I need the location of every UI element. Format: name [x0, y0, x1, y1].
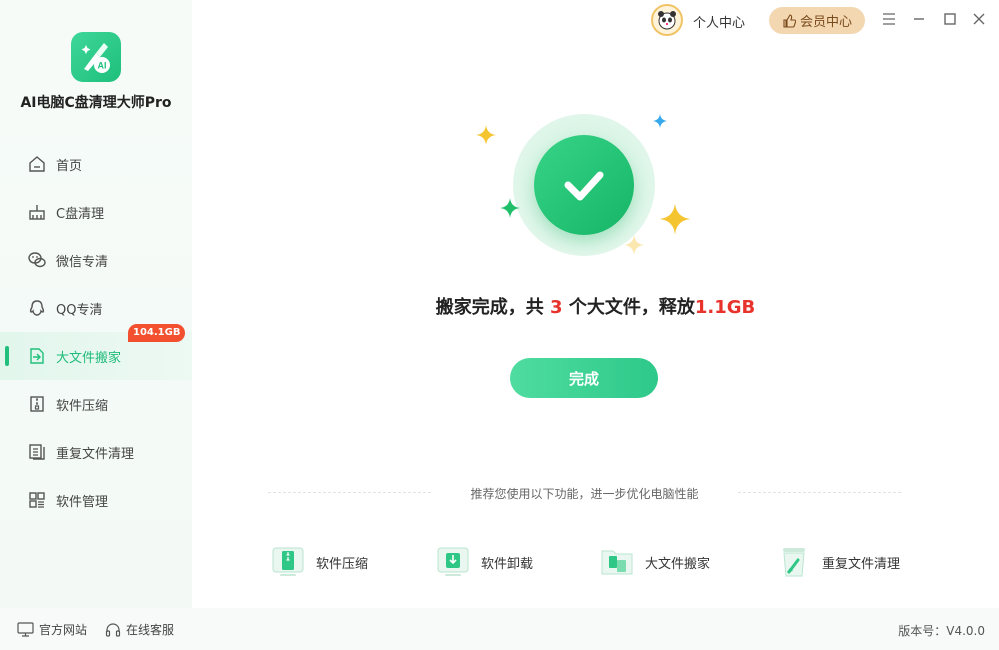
- sparkle-icon: [500, 198, 520, 218]
- sparkle-icon: [652, 113, 668, 129]
- menu-icon[interactable]: [881, 11, 897, 27]
- version-text: 版本号：V4.0.0: [898, 624, 985, 638]
- size-badge: 104.1GB: [128, 324, 186, 342]
- zip-icon: [27, 394, 47, 414]
- divider: [738, 492, 901, 493]
- online-service-label: 在线客服: [126, 623, 175, 637]
- headset-icon: [105, 622, 121, 637]
- apps-icon: [27, 490, 47, 510]
- file-move-icon: [599, 544, 635, 580]
- sidebar-nav: 首页 C盘清理 微信专清 QQ专清 大文件搬家 104.1GB 软件压缩 重复文…: [0, 140, 192, 524]
- feature-zip[interactable]: 软件压缩: [270, 544, 368, 580]
- sidebar-item-label: C盘清理: [56, 206, 105, 222]
- user-center-link[interactable]: 个人中心: [693, 12, 745, 31]
- sidebar-item-label: 微信专清: [56, 254, 109, 270]
- sidebar-item-wechat[interactable]: 微信专清: [0, 236, 192, 284]
- sidebar-item-label: 软件压缩: [56, 398, 109, 414]
- recommend-text: 推荐您使用以下功能，进一步优化电脑性能: [470, 487, 699, 501]
- sparkle-icon: [476, 125, 496, 145]
- done-button[interactable]: 完成: [510, 358, 658, 398]
- sidebar-item-file-move[interactable]: 大文件搬家 104.1GB: [0, 324, 192, 380]
- broom-icon: [27, 202, 47, 222]
- avatar[interactable]: [651, 4, 683, 36]
- sidebar-item-label: 重复文件清理: [56, 446, 135, 462]
- minimize-icon[interactable]: [911, 11, 927, 27]
- sparkle-icon: [659, 203, 691, 235]
- sidebar-item-home[interactable]: 首页: [0, 140, 192, 188]
- home-icon: [27, 154, 47, 174]
- sparkle-icon: [624, 235, 644, 255]
- feature-file-move[interactable]: 大文件搬家: [599, 544, 710, 580]
- footer: 官方网站 在线客服 版本号：V4.0.0: [0, 608, 999, 650]
- app-window: AI AI电脑C盘清理大师Pro 首页 C盘清理 微信专清 QQ专清 大文件搬家…: [0, 0, 999, 650]
- official-site-link[interactable]: 官方网站: [17, 621, 87, 638]
- duplicate-file-icon: [27, 442, 47, 462]
- sidebar-item-label: 首页: [56, 158, 83, 174]
- wechat-icon: [27, 250, 47, 270]
- file-move-icon: [27, 346, 47, 366]
- trash-icon: [776, 544, 812, 580]
- sidebar-item-duplicate[interactable]: 重复文件清理: [0, 428, 192, 476]
- sidebar-item-c-clean[interactable]: C盘清理: [0, 188, 192, 236]
- sidebar-item-zip[interactable]: 软件压缩: [0, 380, 192, 428]
- freed-size: 1.1GB: [694, 297, 756, 318]
- file-count: 3: [550, 297, 563, 318]
- divider: [268, 492, 431, 493]
- feature-duplicate-clean[interactable]: 重复文件清理: [776, 544, 900, 580]
- checkmark-icon: [534, 135, 634, 235]
- uninstall-icon: [435, 544, 471, 580]
- sidebar-item-label: 软件管理: [56, 494, 109, 510]
- official-site-label: 官方网站: [39, 623, 88, 637]
- result-middle: 个大文件，释放: [562, 297, 695, 318]
- sidebar-item-label: 大文件搬家: [56, 350, 122, 366]
- zip-icon: [270, 544, 306, 580]
- vip-center-button[interactable]: 会员中心: [769, 7, 865, 34]
- close-icon[interactable]: [971, 11, 987, 27]
- online-service-link[interactable]: 在线客服: [105, 621, 174, 638]
- monitor-icon: [17, 622, 34, 637]
- app-logo: AI: [71, 32, 121, 82]
- maximize-icon[interactable]: [942, 11, 958, 27]
- feature-label: 软件卸载: [481, 556, 534, 572]
- feature-uninstall[interactable]: 软件卸载: [435, 544, 533, 580]
- app-title: AI电脑C盘清理大师Pro: [20, 95, 172, 111]
- vip-center-label: 会员中心: [799, 15, 852, 30]
- result-prefix: 搬家完成，共: [435, 297, 551, 318]
- feature-label: 重复文件清理: [822, 556, 901, 572]
- thumbs-up-icon: [783, 13, 796, 28]
- feature-label: 大文件搬家: [645, 556, 711, 572]
- sidebar-item-apps[interactable]: 软件管理: [0, 476, 192, 524]
- svg-text:AI: AI: [98, 61, 107, 71]
- feature-label: 软件压缩: [316, 556, 369, 572]
- result-message: 搬家完成，共 3 个大文件，释放1.1GB: [0, 293, 999, 319]
